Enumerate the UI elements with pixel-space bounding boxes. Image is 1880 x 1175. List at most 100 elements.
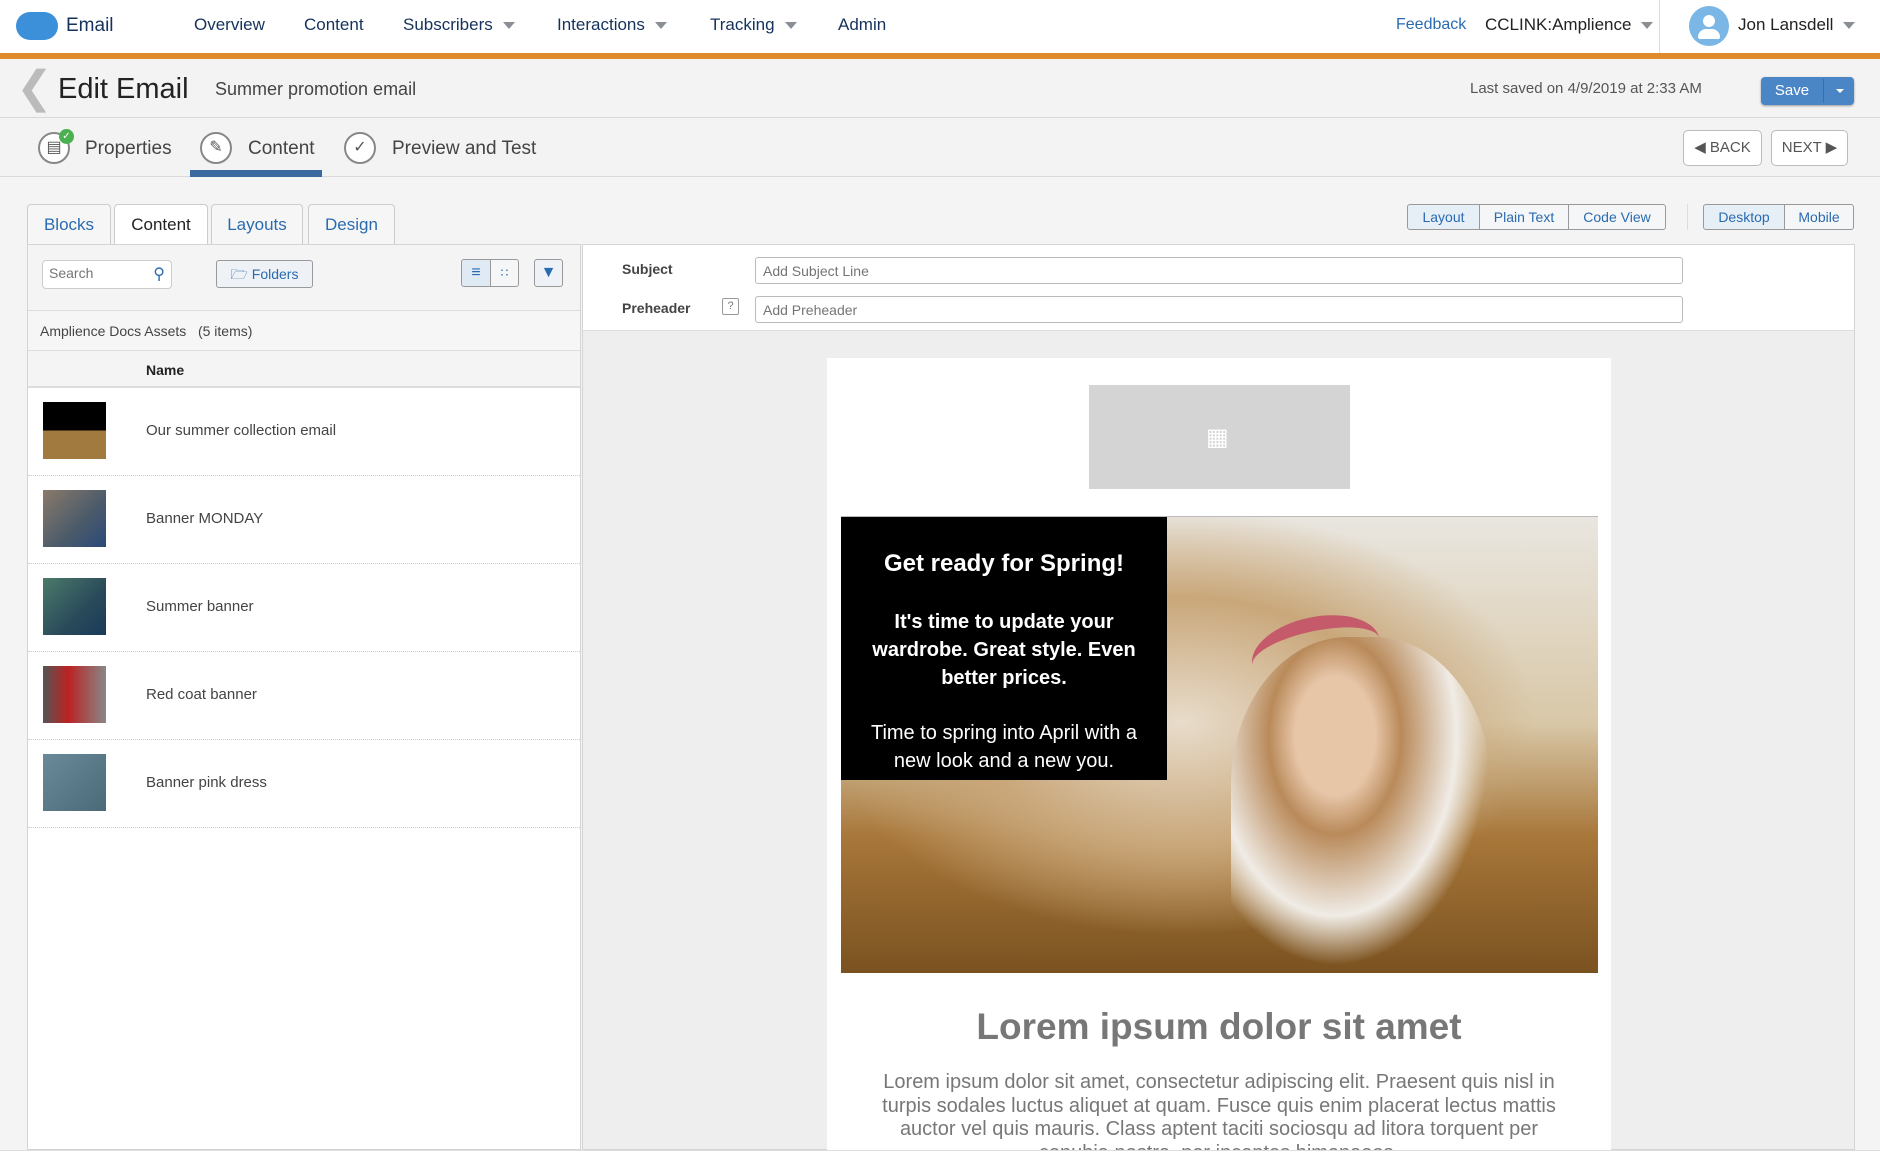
chevron-down-icon [502,22,515,30]
content-library-panel: ⚲ 🗁 Folders ≡ ∷ ▼ Amplience Docs Assets … [27,244,581,1150]
email-name: Summer promotion email [215,79,417,99]
search-icon[interactable]: ⚲ [153,264,165,284]
page-title: Edit Email [58,73,189,105]
item-name: Our summer collection email [146,422,337,439]
page-header: ❮ Edit Email Summer promotion email Last… [0,59,1880,118]
chevron-down-icon [654,22,667,30]
tab-design[interactable]: Design [308,204,395,245]
nav-subscribers[interactable]: Subscribers [403,15,515,35]
thumbnail [43,578,106,635]
item-name: Summer banner [146,598,254,615]
list-item[interactable]: Summer banner [28,564,580,652]
tab-layouts[interactable]: Layouts [211,204,303,245]
hero-footer: Time to spring into April with a new loo… [870,722,1138,772]
step-preview-test[interactable]: Preview and Test [392,138,536,160]
app-name[interactable]: Email [66,15,114,37]
cloud-logo-icon[interactable] [16,12,58,40]
item-name: Red coat banner [146,686,257,703]
back-arrow-icon[interactable]: ❮ [16,66,53,110]
filter-icon[interactable]: ▼ [534,259,563,287]
list-item[interactable]: Banner MONDAY [28,476,580,564]
save-dropdown-icon[interactable] [1836,89,1844,93]
device-desktop[interactable]: Desktop [1703,204,1785,230]
search-field[interactable] [49,265,144,281]
nav-admin[interactable]: Admin [838,15,886,35]
device-mobile[interactable]: Mobile [1784,204,1854,230]
table-header: Name [28,351,580,388]
user-name: Jon Lansdell [1738,15,1834,34]
caret-left-icon: ◀ [1694,139,1706,156]
list-item[interactable]: Our summer collection email [28,388,580,476]
item-name: Banner pink dress [146,774,267,791]
save-label: Save [1774,82,1810,99]
nav-label: Interactions [557,15,645,34]
back-button[interactable]: ◀ BACK [1683,130,1762,166]
email-fields: Subject Preheader ? [583,245,1854,331]
chevron-down-icon [784,22,797,30]
top-nav: Email Overview Content Subscribers Inter… [0,0,1880,53]
account-switcher[interactable]: CCLINK:Amplience [1485,15,1654,35]
save-button[interactable]: Save [1761,77,1854,105]
hero-body: It's time to update your wardrobe. Great… [872,611,1136,689]
nav-label: Tracking [710,15,775,34]
list-item[interactable]: Banner pink dress [28,740,580,828]
item-name: Banner MONDAY [146,510,264,527]
user-menu[interactable]: Jon Lansdell [1738,15,1856,35]
nav-tracking[interactable]: Tracking [710,15,797,35]
view-plain-text[interactable]: Plain Text [1479,204,1569,230]
chevron-down-icon [1843,22,1856,30]
email-heading: Lorem ipsum dolor sit amet [976,1006,1462,1047]
folders-button[interactable]: 🗁 Folders [216,260,313,288]
help-icon[interactable]: ? [722,298,739,315]
folder-name: Amplience Docs Assets [40,323,187,339]
divider [1659,0,1660,53]
caret-right-icon: ▶ [1825,139,1838,156]
bottom-strip [0,1150,1880,1175]
column-name[interactable]: Name [146,362,184,378]
editor-panel: Subject Preheader ? ▦ Get ready for Spri… [582,244,1855,1151]
nav-content[interactable]: Content [304,15,364,35]
thumbnail [43,490,106,547]
grid-view-button[interactable]: ∷ [490,259,519,287]
check-badge-icon: ✓ [59,129,74,144]
preheader-input[interactable] [755,296,1683,323]
nav-overview[interactable]: Overview [194,15,265,35]
view-code[interactable]: Code View [1568,204,1666,230]
thumbnail [43,402,106,459]
search-input[interactable]: ⚲ [42,260,172,289]
thumbnail [43,666,106,723]
view-layout[interactable]: Layout [1407,204,1480,230]
email-canvas[interactable]: ▦ Get ready for Spring! It's time to upd… [827,358,1611,1151]
nav-interactions[interactable]: Interactions [557,15,667,35]
folders-label: Folders [251,266,299,282]
tab-blocks[interactable]: Blocks [27,204,111,245]
subject-label: Subject [622,261,673,277]
folder-icon: 🗁 [230,266,248,282]
account-label: CCLINK:Amplience [1485,15,1632,34]
avatar[interactable] [1689,6,1729,46]
checkmark-icon: ✓ [344,132,376,164]
hero-banner[interactable]: Get ready for Spring! It's time to updat… [841,516,1598,973]
item-count: (5 items) [197,323,253,339]
step-properties[interactable]: Properties [85,138,172,160]
email-paragraph: Lorem ipsum dolor sit amet, consectetur … [882,1071,1556,1151]
active-step-indicator [190,170,322,177]
divider [1687,204,1688,230]
image-placeholder[interactable]: ▦ [1089,385,1350,489]
tab-content[interactable]: Content [114,204,208,246]
folder-path: Amplience Docs Assets (5 items) [28,311,580,351]
next-label: NEXT [1781,139,1822,156]
list-item[interactable]: Red coat banner [28,652,580,740]
feedback-link[interactable]: Feedback [1396,16,1466,34]
subject-input[interactable] [755,257,1683,284]
step-bar: ▤ ✓ Properties ✎ Content ✓ Preview and T… [0,118,1880,177]
back-label: BACK [1709,139,1751,156]
library-toolbar: ⚲ 🗁 Folders ≡ ∷ ▼ [28,245,580,311]
image-icon: ▦ [1206,424,1229,451]
nav-label: Subscribers [403,15,493,34]
list-view-button[interactable]: ≡ [461,259,491,287]
step-content[interactable]: Content [248,138,315,160]
pencil-icon: ✎ [200,132,232,164]
preheader-label: Preheader [622,300,691,316]
next-button[interactable]: NEXT ▶ [1771,130,1848,166]
